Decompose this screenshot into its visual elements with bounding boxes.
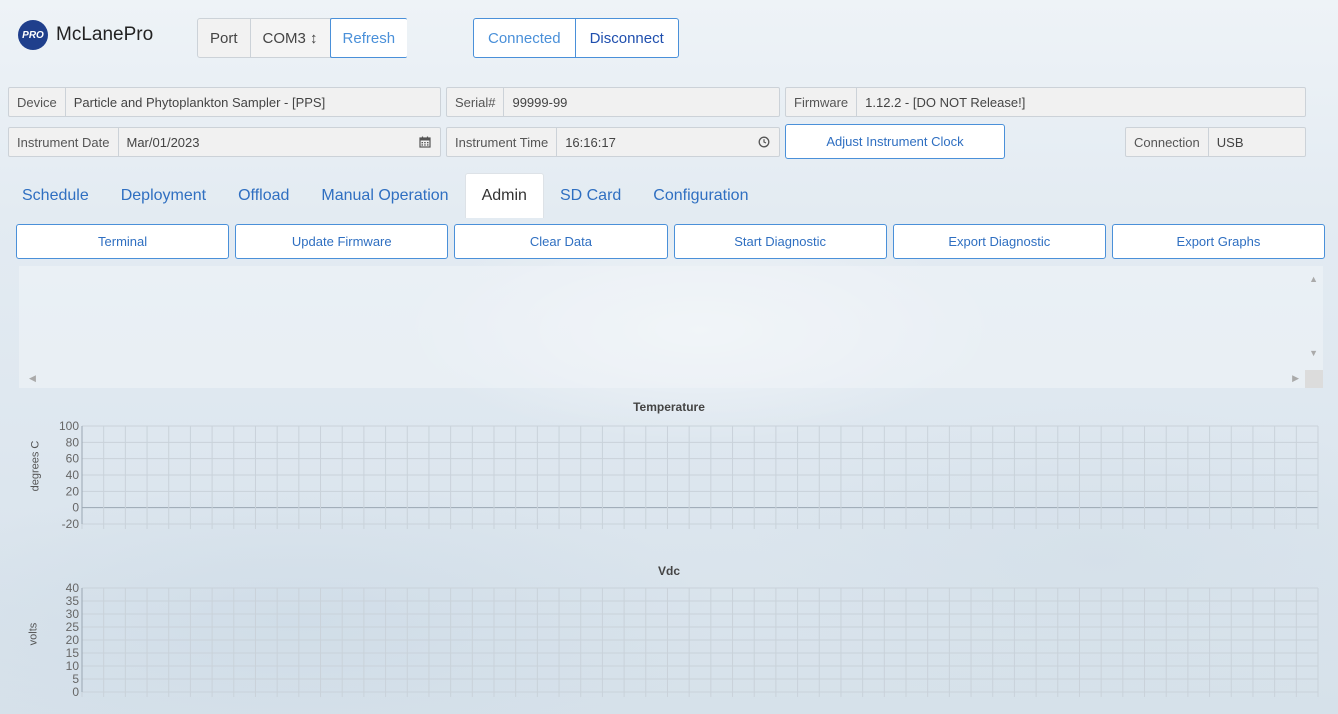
y-tick-label: 15 [66,646,80,660]
clear-data-button[interactable]: Clear Data [454,224,668,259]
vertical-scrollbar[interactable]: ▲ ▼ [1305,266,1323,370]
device-field: Device Particle and Phytoplankton Sample… [8,87,441,117]
port-selector-group: Port COM3 ↕ Refresh [197,18,408,58]
instrument-date-field: Instrument Date Mar/01/2023 [8,127,441,157]
serial-label: Serial# [447,88,505,116]
export-diagnostic-button[interactable]: Export Diagnostic [892,224,1106,259]
serial-value: 99999-99 [512,94,568,110]
terminal-output[interactable]: ▲ ▼ ◀ ▶ [19,266,1323,388]
refresh-button[interactable]: Refresh [329,18,408,58]
top-bar: PRO McLanePro Port COM3 ↕ Refresh Connec… [0,0,1338,74]
tab-schedule[interactable]: Schedule [6,173,105,218]
brand: PRO McLanePro [18,20,153,50]
calendar-icon[interactable] [410,128,440,156]
y-tick-label: 0 [72,685,79,699]
connection-type-value: USB [1216,134,1244,150]
clock-icon[interactable] [749,128,779,156]
main-tabs: Schedule Deployment Offload Manual Opera… [6,173,764,218]
connection-type-field: Connection USB [1125,127,1306,157]
device-value: Particle and Phytoplankton Sampler - [PP… [73,94,326,110]
port-label: Port [198,19,251,57]
update-firmware-button[interactable]: Update Firmware [235,224,449,259]
horizontal-scrollbar[interactable]: ◀ ▶ [19,370,1305,388]
tab-configuration[interactable]: Configuration [637,173,764,218]
tab-offload[interactable]: Offload [222,173,305,218]
scroll-right-icon[interactable]: ▶ [1292,373,1299,384]
y-tick-label: 35 [66,594,80,608]
vdc-plot: 4035302520151050 [66,581,1319,699]
y-tick-label: 20 [66,484,80,498]
scroll-up-icon[interactable]: ▲ [1309,274,1318,284]
tab-admin[interactable]: Admin [464,173,544,218]
adjust-instrument-clock-button[interactable]: Adjust Instrument Clock [785,124,1005,159]
scroll-left-icon[interactable]: ◀ [29,373,36,384]
scrollbar-corner [1305,370,1323,388]
y-tick-label: 100 [59,419,79,433]
firmware-label: Firmware [786,88,858,116]
instrument-time-label: Instrument Time [447,128,558,156]
instrument-date-label: Instrument Date [9,128,119,156]
y-tick-label: 80 [66,435,80,449]
y-tick-label: 40 [66,468,80,482]
connection-toggle: Connected Disconnect [473,18,679,58]
disconnect-button[interactable]: Disconnect [576,19,678,57]
mclane-logo-icon: PRO [18,20,48,50]
brand-name: McLanePro [56,24,154,45]
instrument-date-value[interactable]: Mar/01/2023 [119,128,411,156]
app-root: PRO McLanePro Port COM3 ↕ Refresh Connec… [0,0,1338,714]
y-tick-label: 30 [66,607,80,621]
y-tick-label: 60 [66,452,80,466]
firmware-value: 1.12.2 - [DO NOT Release!] [865,94,1026,110]
terminal-button[interactable]: Terminal [16,224,230,259]
y-tick-label: -20 [62,517,80,531]
port-select[interactable]: COM3 ↕ [250,19,331,57]
scroll-down-icon[interactable]: ▼ [1309,348,1318,358]
vdc-chart: Vdc volts 40 35 30 25 20 15 10 5 0 [0,560,1338,700]
device-label: Device [9,88,66,116]
y-tick-label: 20 [66,633,80,647]
tab-manual-operation[interactable]: Manual Operation [305,173,464,218]
y-tick-label: 25 [66,620,80,634]
connected-button[interactable]: Connected [474,19,576,57]
y-tick-label: 10 [66,659,80,673]
connection-type-label: Connection [1126,128,1209,156]
admin-actions: Terminal Update Firmware Clear Data Star… [16,224,1326,259]
export-graphs-button[interactable]: Export Graphs [1111,224,1326,259]
serial-field: Serial# 99999-99 [446,87,780,117]
y-tick-label: 0 [72,501,79,515]
temperature-chart: Temperature degrees C 100 80 60 40 20 0 -20 [0,398,1338,538]
firmware-field: Firmware 1.12.2 - [DO NOT Release!] [785,87,1306,117]
temperature-plot: 100 80 60 40 20 0 -20 [59,419,1319,531]
instrument-time-field: Instrument Time 16:16:17 [446,127,780,157]
y-tick-label: 5 [72,672,79,686]
start-diagnostic-button[interactable]: Start Diagnostic [673,224,887,259]
y-tick-label: 40 [66,581,80,595]
tab-deployment[interactable]: Deployment [105,173,222,218]
instrument-time-value[interactable]: 16:16:17 [557,128,749,156]
tab-sd-card[interactable]: SD Card [544,173,637,218]
